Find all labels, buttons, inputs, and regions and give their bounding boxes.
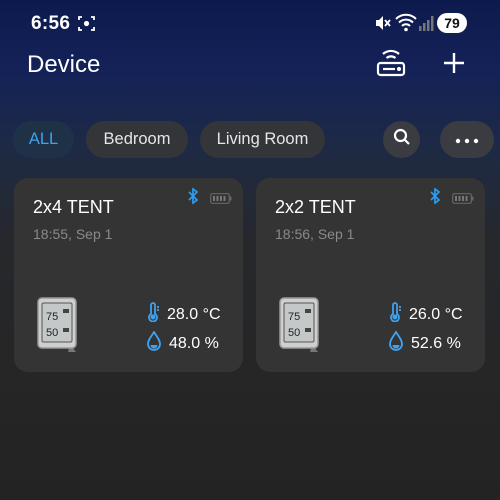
temperature-value: 26.0 °C (409, 305, 463, 323)
humidity-icon (388, 330, 411, 356)
filter-chip-living-room[interactable]: Living Room (200, 121, 325, 158)
status-time: 6:56 (31, 13, 71, 34)
svg-text:50: 50 (288, 327, 300, 339)
svg-text:75: 75 (288, 311, 300, 323)
device-image: 75 50 (36, 296, 84, 359)
plus-icon (442, 51, 466, 80)
more-icon (455, 131, 479, 149)
add-device-button[interactable] (435, 48, 473, 82)
temperature-reading: 26.0 °C (388, 302, 463, 327)
temperature-reading: 28.0 °C (146, 302, 221, 327)
device-card[interactable]: 2x4 TENT 18:55, Sep 1 75 50 28.0 °C 48.0… (14, 178, 243, 372)
filter-chip-bedroom[interactable]: Bedroom (86, 121, 188, 158)
temperature-value: 28.0 °C (167, 305, 221, 323)
phone-battery-level: 79 (437, 13, 467, 33)
battery-icon (452, 191, 474, 209)
search-button[interactable] (383, 121, 420, 158)
thermometer-icon (146, 302, 167, 327)
device-updated-time: 18:56, Sep 1 (275, 226, 355, 242)
wifi-icon (395, 13, 417, 37)
thermometer-icon (388, 302, 409, 327)
filter-chip-all[interactable]: ALL (13, 121, 74, 158)
status-bar: 6:56 79 (0, 0, 500, 46)
humidity-icon (146, 330, 169, 356)
humidity-value: 48.0 % (169, 334, 219, 352)
humidity-value: 52.6 % (411, 334, 461, 352)
bluetooth-icon (429, 187, 441, 209)
page-title: Device (27, 51, 101, 78)
device-name: 2x2 TENT (275, 197, 356, 217)
gateway-icon (375, 48, 407, 83)
signal-icon (418, 15, 434, 36)
device-card[interactable]: 2x2 TENT 18:56, Sep 1 75 50 26.0 °C 52.6… (256, 178, 485, 372)
mute-icon (374, 14, 392, 37)
battery-icon (210, 191, 232, 209)
gateway-button[interactable] (372, 48, 410, 82)
svg-text:50: 50 (46, 327, 58, 339)
bluetooth-icon (187, 187, 199, 209)
search-icon (393, 128, 411, 151)
more-button[interactable] (440, 121, 494, 158)
device-image: 75 50 (278, 296, 326, 359)
humidity-reading: 52.6 % (388, 330, 461, 356)
screen-capture-icon (78, 15, 95, 37)
svg-text:75: 75 (46, 311, 58, 323)
device-updated-time: 18:55, Sep 1 (33, 226, 113, 242)
humidity-reading: 48.0 % (146, 330, 219, 356)
device-name: 2x4 TENT (33, 197, 114, 217)
